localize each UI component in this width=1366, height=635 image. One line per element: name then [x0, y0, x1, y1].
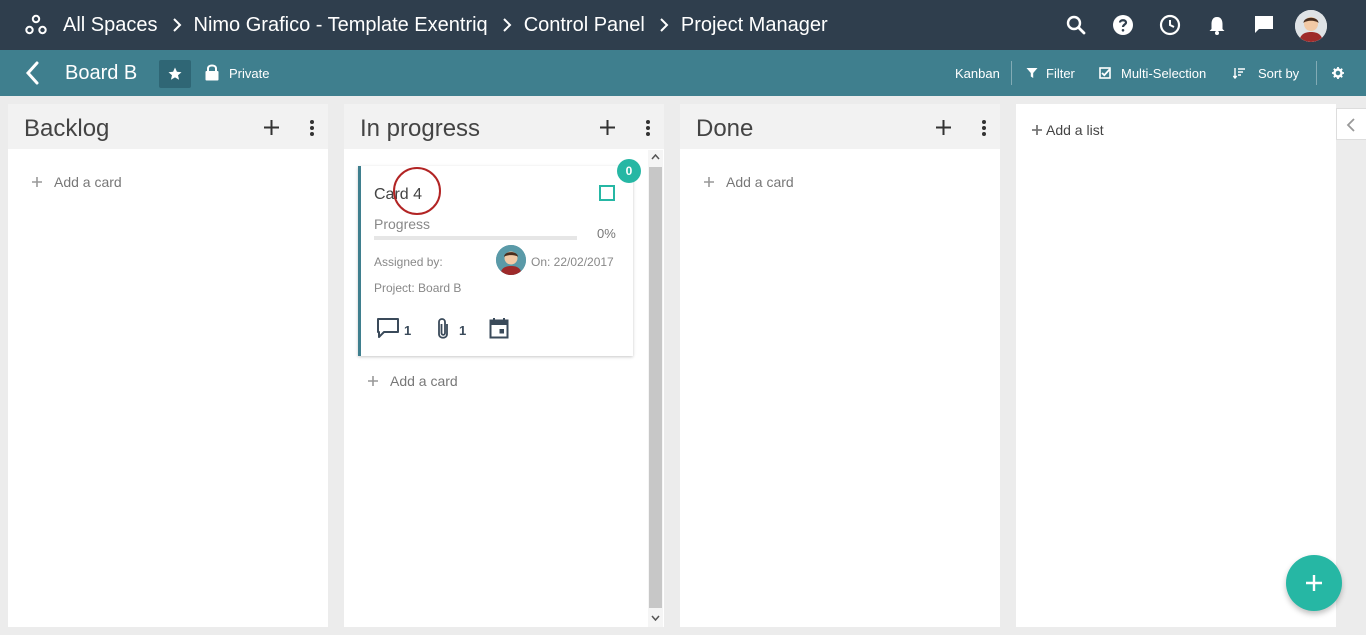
plus-icon [1306, 575, 1322, 591]
help-icon[interactable] [1112, 14, 1134, 36]
column-backlog: Backlog Add a card [8, 104, 328, 627]
chevron-right-icon [172, 18, 181, 32]
board-toolbar: Board B Private Kanban Filter Multi-Sele… [0, 50, 1366, 96]
add-card-label: Add a card [390, 373, 458, 389]
add-card-button[interactable]: Add a card [704, 174, 794, 190]
checkbox-icon [1099, 67, 1111, 79]
attachment-count: 1 [459, 323, 467, 338]
spaces-icon[interactable] [25, 14, 47, 36]
assigned-by-label: Assigned by: [374, 255, 443, 269]
add-card-label: Add a card [726, 174, 794, 190]
lock-icon [205, 64, 219, 81]
sidebar-toggle-button[interactable] [1336, 108, 1366, 140]
breadcrumb-space[interactable]: Nimo Grafico - Template Exentriq [194, 14, 488, 37]
more-vertical-icon[interactable] [981, 119, 987, 137]
column-header: In progress [344, 104, 664, 149]
add-list-button[interactable]: Add a list [1032, 122, 1104, 138]
favorite-button[interactable] [159, 60, 191, 88]
card-checkbox[interactable] [599, 185, 615, 201]
breadcrumb: All Spaces Nimo Grafico - Template Exent… [63, 0, 828, 50]
scrollbar-thumb[interactable] [649, 167, 662, 608]
chat-icon[interactable] [1253, 14, 1275, 36]
column-title: In progress [360, 115, 481, 142]
attachment-icon[interactable] [435, 317, 451, 341]
more-vertical-icon[interactable] [645, 119, 651, 137]
add-list-label: Add a list [1046, 122, 1104, 138]
more-vertical-icon[interactable] [309, 119, 315, 137]
progress-label: Progress [374, 216, 431, 232]
sort-icon [1233, 68, 1245, 79]
filter-icon [1026, 68, 1038, 78]
click-highlight-ring [393, 167, 441, 215]
filter-button[interactable]: Filter [1046, 66, 1075, 81]
gear-icon[interactable] [1332, 67, 1344, 79]
comment-count: 1 [404, 323, 412, 338]
privacy-label: Private [229, 66, 270, 81]
sort-by-button[interactable]: Sort by [1258, 66, 1299, 81]
column-title: Backlog [24, 115, 110, 142]
column-header: Backlog [8, 104, 328, 149]
back-arrow-icon[interactable] [22, 60, 44, 86]
calendar-icon[interactable] [489, 317, 509, 339]
add-card-label: Add a card [54, 174, 122, 190]
plus-icon [1032, 125, 1042, 135]
plus-icon [32, 177, 42, 187]
breadcrumb-project-manager[interactable]: Project Manager [681, 14, 828, 37]
chevron-right-icon [502, 18, 512, 32]
user-avatar[interactable] [1295, 10, 1327, 42]
project-label: Project: Board B [374, 281, 462, 295]
due-date: On: 22/02/2017 [531, 255, 614, 269]
add-icon[interactable] [600, 120, 615, 135]
column-done: Done Add a card [680, 104, 1000, 627]
plus-icon [704, 177, 714, 187]
board-title: Board B [65, 62, 138, 84]
progress-percent: 0% [597, 226, 616, 241]
toolbar-divider [1011, 61, 1012, 85]
clock-icon[interactable] [1159, 14, 1181, 36]
chevron-right-icon [660, 18, 669, 32]
add-icon[interactable] [936, 120, 951, 135]
plus-icon [368, 376, 378, 386]
add-fab-button[interactable] [1286, 555, 1342, 611]
add-card-button[interactable]: Add a card [368, 373, 458, 389]
column-title: Done [696, 115, 754, 142]
toolbar-divider [1316, 61, 1317, 85]
column-add-list [1016, 104, 1336, 627]
breadcrumb-all-spaces[interactable]: All Spaces [63, 14, 158, 37]
bell-icon[interactable] [1206, 14, 1228, 36]
comment-icon[interactable] [376, 317, 400, 339]
top-navigation-bar: All Spaces Nimo Grafico - Template Exent… [0, 0, 1366, 50]
progress-bar [374, 236, 577, 240]
breadcrumb-control-panel[interactable]: Control Panel [524, 14, 645, 37]
card-count-badge: 0 [617, 159, 641, 183]
view-kanban-button[interactable]: Kanban [955, 66, 1000, 81]
search-icon[interactable] [1065, 14, 1087, 36]
add-icon[interactable] [264, 120, 279, 135]
add-card-button[interactable]: Add a card [32, 174, 122, 190]
scroll-up-icon[interactable] [651, 154, 660, 160]
column-header: Done [680, 104, 1000, 149]
scroll-down-icon[interactable] [651, 615, 660, 621]
assignee-avatar[interactable] [496, 245, 526, 275]
chevron-left-icon [1346, 118, 1355, 132]
star-icon [168, 67, 182, 80]
multi-selection-button[interactable]: Multi-Selection [1121, 66, 1206, 81]
